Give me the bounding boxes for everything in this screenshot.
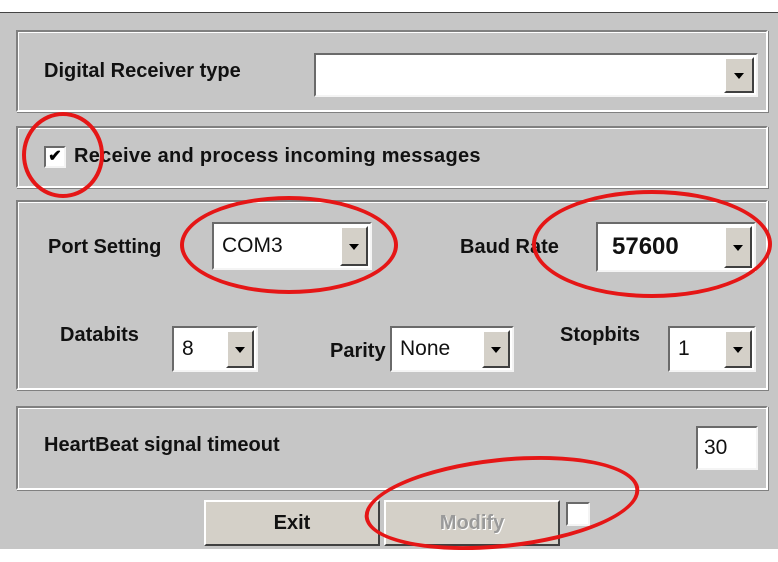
- databits-value: 8: [182, 337, 194, 360]
- parity-label: Parity: [330, 340, 386, 362]
- dropdown-arrow-icon[interactable]: [482, 330, 510, 368]
- dropdown-arrow-icon[interactable]: [724, 57, 754, 93]
- annotation-circle-port: [180, 196, 398, 294]
- stopbits-value: 1: [678, 337, 690, 360]
- heartbeat-timeout-input[interactable]: 30: [696, 426, 758, 470]
- settings-dialog: Digital Receiver type ✔ Receive and proc…: [0, 0, 778, 562]
- heartbeat-value: 30: [704, 436, 728, 459]
- dropdown-arrow-icon[interactable]: [724, 330, 752, 368]
- databits-label: Databits: [60, 324, 139, 346]
- window-top-edge: [0, 0, 778, 13]
- databits-select[interactable]: 8: [172, 326, 258, 372]
- stopbits-select[interactable]: 1: [668, 326, 756, 372]
- port-setting-label: Port Setting: [48, 236, 162, 258]
- exit-button-label: Exit: [273, 511, 311, 534]
- receive-messages-label[interactable]: Receive and process incoming messages: [74, 145, 481, 168]
- annotation-circle-checkbox: [22, 112, 104, 198]
- parity-value: None: [400, 337, 451, 360]
- stopbits-label: Stopbits: [560, 324, 640, 346]
- dropdown-arrow-icon[interactable]: [226, 330, 254, 368]
- receiver-type-label: Digital Receiver type: [44, 60, 241, 82]
- annotation-circle-baud: [532, 190, 772, 298]
- heartbeat-label: HeartBeat signal timeout: [44, 434, 280, 456]
- parity-select[interactable]: None: [390, 326, 514, 372]
- exit-button[interactable]: Exit: [204, 500, 380, 546]
- receiver-type-select[interactable]: [314, 53, 758, 97]
